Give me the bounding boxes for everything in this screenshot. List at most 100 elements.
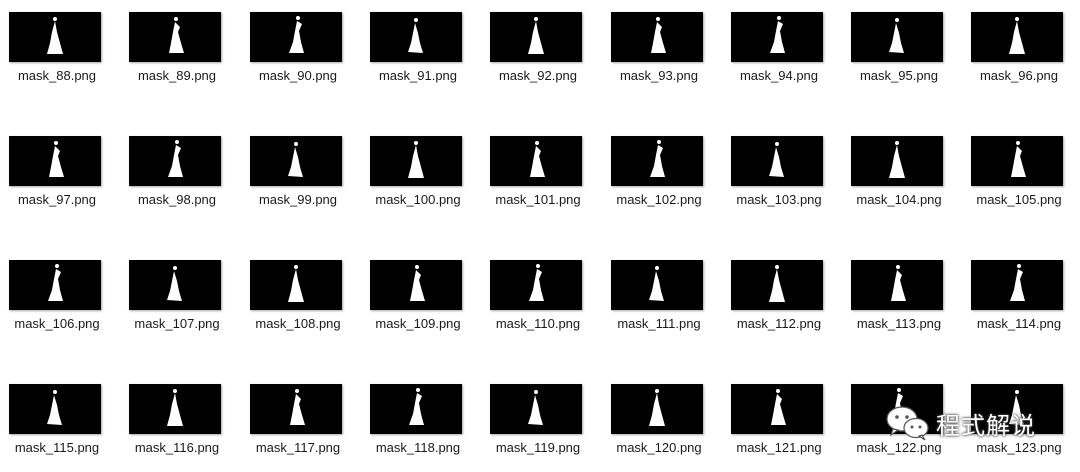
file-name: mask_111.png bbox=[617, 316, 701, 331]
file-item[interactable]: mask_100.png bbox=[361, 124, 481, 224]
file-item[interactable]: mask_121.png bbox=[722, 372, 842, 472]
mask-silhouette bbox=[408, 18, 423, 53]
file-name: mask_109.png bbox=[375, 316, 461, 331]
file-item[interactable]: mask_114.png bbox=[962, 248, 1080, 348]
file-item[interactable]: mask_120.png bbox=[602, 372, 722, 472]
file-item[interactable]: mask_92.png bbox=[481, 0, 601, 100]
file-thumbnail bbox=[250, 384, 342, 434]
file-thumbnail bbox=[9, 384, 101, 434]
mask-silhouette bbox=[168, 140, 183, 177]
file-thumbnail bbox=[490, 12, 582, 62]
mask-silhouette bbox=[529, 264, 544, 301]
mask-silhouette bbox=[770, 16, 785, 53]
file-item[interactable]: mask_112.png bbox=[722, 248, 842, 348]
mask-silhouette bbox=[769, 142, 784, 177]
file-item[interactable]: mask_116.png bbox=[120, 372, 240, 472]
file-thumbnail bbox=[370, 136, 462, 186]
file-name: mask_95.png bbox=[859, 68, 939, 83]
file-thumbnail bbox=[731, 384, 823, 434]
file-name: mask_89.png bbox=[137, 68, 217, 83]
mask-silhouette bbox=[891, 265, 906, 301]
file-name: mask_90.png bbox=[258, 68, 338, 83]
file-item[interactable]: mask_88.png bbox=[0, 0, 120, 100]
file-thumbnail bbox=[9, 12, 101, 62]
mask-silhouette bbox=[651, 17, 666, 53]
file-thumbnail bbox=[731, 12, 823, 62]
mask-silhouette bbox=[1011, 141, 1026, 177]
file-item[interactable]: mask_95.png bbox=[842, 0, 962, 100]
file-name: mask_120.png bbox=[616, 440, 702, 455]
file-thumbnail bbox=[370, 12, 462, 62]
file-item[interactable]: mask_110.png bbox=[481, 248, 601, 348]
mask-silhouette bbox=[889, 141, 905, 178]
file-item[interactable]: mask_117.png bbox=[241, 372, 361, 472]
file-item[interactable]: mask_108.png bbox=[241, 248, 361, 348]
file-name: mask_96.png bbox=[979, 68, 1059, 83]
file-item[interactable]: mask_91.png bbox=[361, 0, 481, 100]
file-item[interactable]: mask_97.png bbox=[0, 124, 120, 224]
file-item[interactable]: mask_98.png bbox=[120, 124, 240, 224]
file-thumbnail bbox=[971, 384, 1063, 434]
file-item[interactable]: mask_89.png bbox=[120, 0, 240, 100]
mask-silhouette bbox=[409, 388, 424, 425]
file-item[interactable]: mask_99.png bbox=[241, 124, 361, 224]
file-item[interactable]: mask_102.png bbox=[602, 124, 722, 224]
file-name: mask_123.png bbox=[976, 440, 1062, 455]
file-thumbnail bbox=[129, 12, 221, 62]
file-thumbnail bbox=[370, 260, 462, 310]
file-thumbnail bbox=[490, 136, 582, 186]
file-thumbnail bbox=[250, 260, 342, 310]
file-name: mask_92.png bbox=[498, 68, 578, 83]
file-name: mask_91.png bbox=[378, 68, 458, 83]
file-item[interactable]: mask_113.png bbox=[842, 248, 962, 348]
file-thumbnail bbox=[129, 136, 221, 186]
file-item[interactable]: mask_111.png bbox=[602, 248, 722, 348]
file-item[interactable]: mask_119.png bbox=[481, 372, 601, 472]
file-item[interactable]: mask_107.png bbox=[120, 248, 240, 348]
file-item[interactable]: mask_93.png bbox=[602, 0, 722, 100]
file-item[interactable]: mask_118.png bbox=[361, 372, 481, 472]
file-name: mask_122.png bbox=[856, 440, 942, 455]
file-item[interactable]: mask_115.png bbox=[0, 372, 120, 472]
mask-silhouette bbox=[410, 265, 425, 301]
file-item[interactable]: mask_94.png bbox=[722, 0, 842, 100]
file-item[interactable]: mask_103.png bbox=[722, 124, 842, 224]
mask-silhouette bbox=[167, 266, 182, 301]
file-item[interactable]: mask_109.png bbox=[361, 248, 481, 348]
file-name: mask_115.png bbox=[14, 440, 100, 455]
mask-silhouette bbox=[1009, 17, 1025, 54]
mask-silhouette bbox=[769, 265, 785, 302]
file-name: mask_100.png bbox=[375, 192, 461, 207]
file-name: mask_112.png bbox=[736, 316, 822, 331]
mask-silhouette bbox=[890, 388, 905, 425]
file-thumbnail bbox=[851, 12, 943, 62]
file-name: mask_110.png bbox=[495, 316, 581, 331]
mask-silhouette bbox=[650, 140, 665, 177]
mask-silhouette bbox=[530, 141, 545, 177]
file-name: mask_119.png bbox=[495, 440, 581, 455]
mask-silhouette bbox=[167, 389, 183, 426]
file-item[interactable]: mask_122.png bbox=[842, 372, 962, 472]
file-name: mask_103.png bbox=[736, 192, 822, 207]
file-name: mask_99.png bbox=[258, 192, 338, 207]
file-thumbnail bbox=[490, 384, 582, 434]
file-name: mask_118.png bbox=[375, 440, 461, 455]
file-thumbnail bbox=[611, 260, 703, 310]
file-item[interactable]: mask_123.png bbox=[962, 372, 1080, 472]
file-item[interactable]: mask_101.png bbox=[481, 124, 601, 224]
file-thumbnail bbox=[129, 384, 221, 434]
file-item[interactable]: mask_105.png bbox=[962, 124, 1080, 224]
file-item[interactable]: mask_96.png bbox=[962, 0, 1080, 100]
file-name: mask_113.png bbox=[856, 316, 942, 331]
mask-silhouette bbox=[528, 390, 543, 425]
mask-silhouette bbox=[771, 389, 786, 425]
file-item[interactable]: mask_90.png bbox=[241, 0, 361, 100]
file-name: mask_104.png bbox=[856, 192, 942, 207]
mask-silhouette bbox=[649, 389, 665, 426]
file-item[interactable]: mask_106.png bbox=[0, 248, 120, 348]
file-item[interactable]: mask_104.png bbox=[842, 124, 962, 224]
file-name: mask_106.png bbox=[14, 316, 100, 331]
file-thumbnail bbox=[611, 12, 703, 62]
file-name: mask_121.png bbox=[736, 440, 822, 455]
file-name: mask_93.png bbox=[619, 68, 699, 83]
